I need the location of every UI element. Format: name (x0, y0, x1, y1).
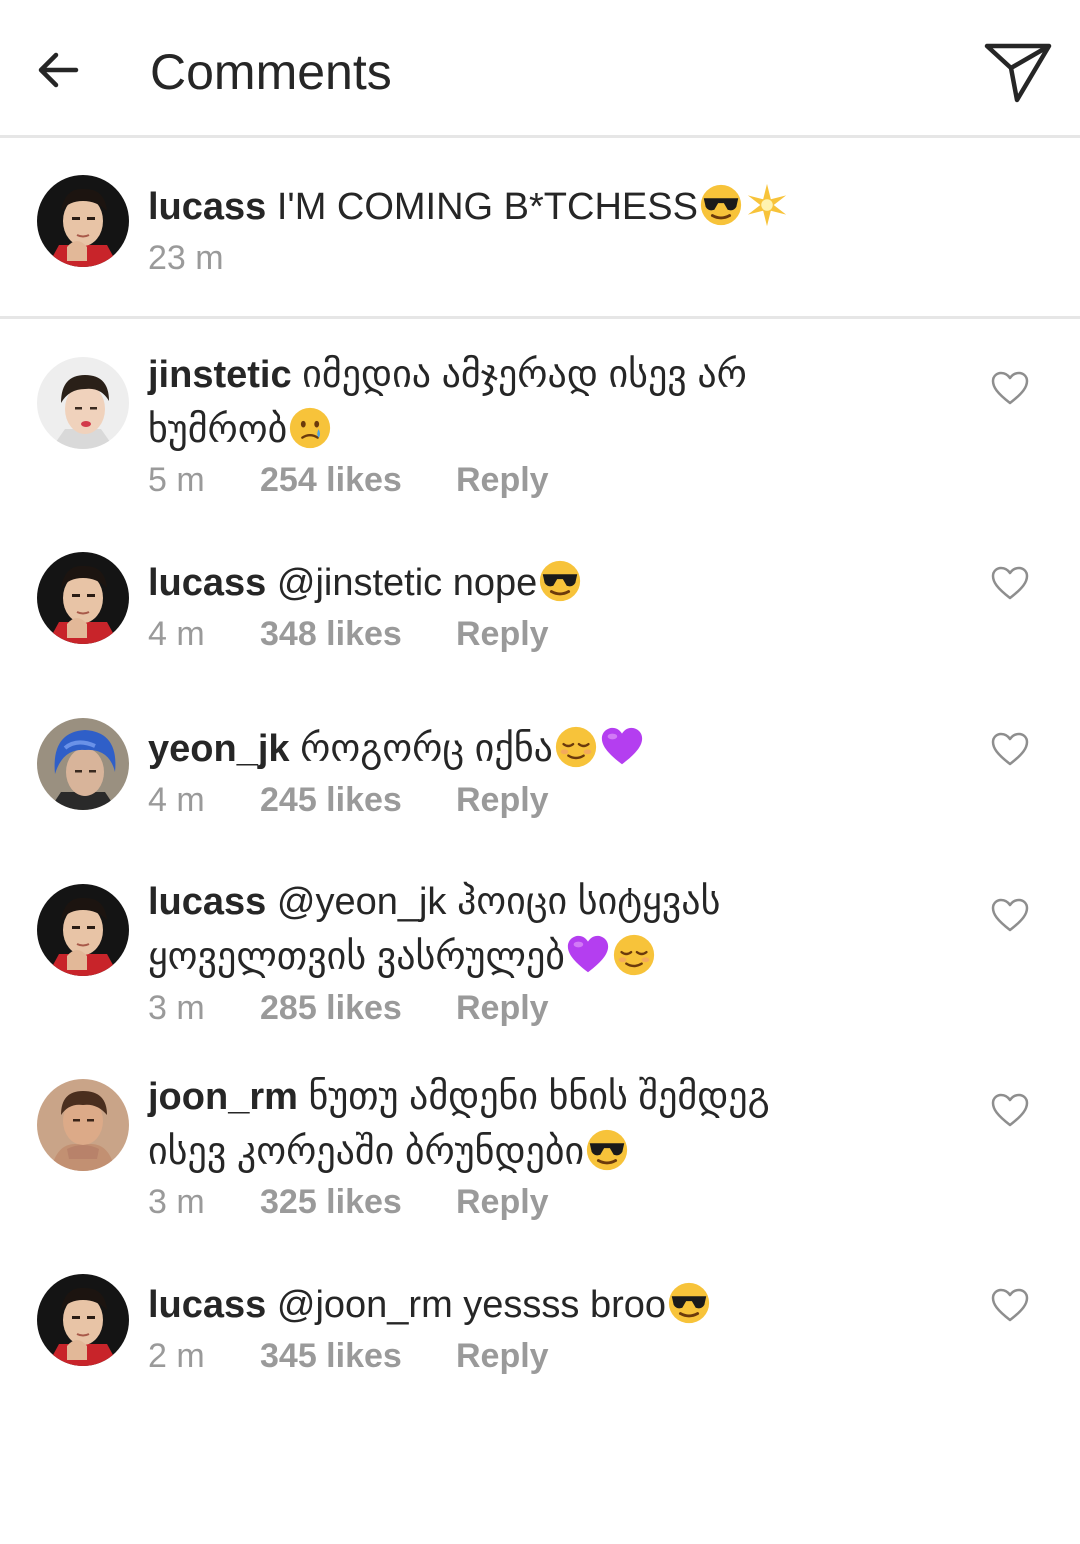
comment-text: lucass @jinstetic nope (148, 556, 908, 611)
timestamp: 3 m (148, 1183, 205, 1221)
likes-count[interactable]: 285 likes (260, 988, 456, 1028)
reply-button[interactable]: Reply (456, 460, 549, 500)
username[interactable]: yeon_jk (148, 728, 290, 770)
sparkle-star-emoji (744, 182, 790, 228)
sunglasses-face-emoji (537, 558, 583, 604)
caption-text: lucass I'M COMING B*TCHESS (148, 180, 948, 235)
avatar-image (37, 552, 129, 644)
avatar[interactable] (37, 718, 129, 810)
relieved-face-emoji (611, 932, 657, 978)
heart-outline-icon[interactable] (990, 731, 1030, 767)
page-title: Comments (150, 44, 392, 100)
likes-count[interactable]: 325 likes (260, 1182, 456, 1222)
comment-text: lucass @yeon_jk ჰოიცი სიტყვას ყოველთვის … (148, 875, 908, 985)
timestamp: 2 m (148, 1337, 205, 1375)
heart-outline-icon[interactable] (990, 565, 1030, 601)
heart-outline-icon[interactable] (990, 1287, 1030, 1323)
share-button[interactable] (978, 36, 1058, 108)
likes-count[interactable]: 245 likes (260, 780, 456, 820)
avatar[interactable] (37, 1274, 129, 1366)
likes-count[interactable]: 345 likes (260, 1336, 456, 1376)
purple-heart-emoji (565, 932, 611, 978)
avatar-image (37, 718, 129, 810)
comment-body: როგორც იქნა (300, 728, 553, 770)
reply-button[interactable]: Reply (456, 614, 549, 654)
smiling-face-with-tear-emoji (287, 405, 333, 451)
back-button[interactable] (26, 38, 90, 102)
relieved-face-emoji (553, 724, 599, 770)
comment-body: @jinstetic nope (276, 562, 538, 604)
heart-outline-icon[interactable] (990, 1092, 1030, 1128)
avatar[interactable] (37, 884, 129, 976)
reply-button[interactable]: Reply (456, 988, 549, 1028)
avatar[interactable] (37, 357, 129, 449)
comment-text: lucass @joon_rm yessss broo (148, 1278, 908, 1333)
comment-meta: 3 m 285 likes Reply (148, 988, 549, 1028)
username[interactable]: joon_rm (148, 1076, 298, 1118)
arrow-left-icon (38, 52, 79, 88)
timestamp: 23 m (148, 239, 224, 277)
comment-body: ნუთუ ამდენი ხნის შემდეგ (308, 1076, 770, 1118)
comment-text: joon_rm ნუთუ ამდენი ხნის შემდეგ ისევ კორ… (148, 1070, 908, 1180)
avatar[interactable] (37, 175, 129, 267)
avatar-image (37, 1274, 129, 1366)
timestamp: 4 m (148, 615, 205, 653)
avatar-image (37, 1079, 129, 1171)
comment-meta: 3 m 325 likes Reply (148, 1182, 549, 1222)
reply-button[interactable]: Reply (456, 780, 549, 820)
caption-meta: 23 m (148, 238, 224, 278)
comment-body-continued: ხუმრობ (148, 409, 288, 451)
comment-body: @yeon_jk ჰოიცი სიტყვას (276, 881, 721, 923)
timestamp: 4 m (148, 781, 205, 819)
avatar-image (37, 884, 129, 976)
likes-count[interactable]: 254 likes (260, 460, 456, 500)
avatar-image (37, 357, 129, 449)
purple-heart-emoji (599, 724, 645, 770)
timestamp: 3 m (148, 989, 205, 1027)
comment-meta: 4 m 245 likes Reply (148, 780, 549, 820)
avatar-image (37, 175, 129, 267)
username[interactable]: lucass (148, 186, 266, 228)
comment-text: yeon_jk როგორც იქნა (148, 722, 908, 777)
reply-button[interactable]: Reply (456, 1336, 549, 1376)
comment-body: @joon_rm yessss broo (276, 1284, 667, 1326)
sunglasses-face-emoji (698, 182, 744, 228)
timestamp: 5 m (148, 461, 205, 499)
username[interactable]: lucass (148, 1284, 266, 1326)
post-caption: lucass I'M COMING B*TCHESS 23 m (0, 138, 1080, 319)
reply-button[interactable]: Reply (456, 1182, 549, 1222)
username[interactable]: lucass (148, 881, 266, 923)
sunglasses-face-emoji (666, 1280, 712, 1326)
avatar[interactable] (37, 1079, 129, 1171)
heart-outline-icon[interactable] (990, 370, 1030, 406)
comment-body-continued: ისევ კორეაში ბრუნდები (148, 1131, 585, 1173)
comment-body-continued: ყოველთვის ვასრულებ (148, 936, 565, 978)
comment-body: იმედია ამჯერად ისევ არ (302, 354, 747, 396)
comment-text: jinstetic იმედია ამჯერად ისევ არ ხუმრობ (148, 348, 908, 458)
likes-count[interactable]: 348 likes (260, 614, 456, 654)
avatar[interactable] (37, 552, 129, 644)
comment-meta: 4 m 348 likes Reply (148, 614, 549, 654)
username[interactable]: jinstetic (148, 354, 292, 396)
top-app-bar: Comments (0, 0, 1080, 138)
caption-body: I'M COMING B*TCHESS (276, 186, 698, 228)
comment-meta: 2 m 345 likes Reply (148, 1336, 549, 1376)
heart-outline-icon[interactable] (990, 897, 1030, 933)
username[interactable]: lucass (148, 562, 266, 604)
sunglasses-face-emoji (584, 1127, 630, 1173)
comment-meta: 5 m 254 likes Reply (148, 460, 549, 500)
paper-plane-icon (984, 43, 1052, 103)
